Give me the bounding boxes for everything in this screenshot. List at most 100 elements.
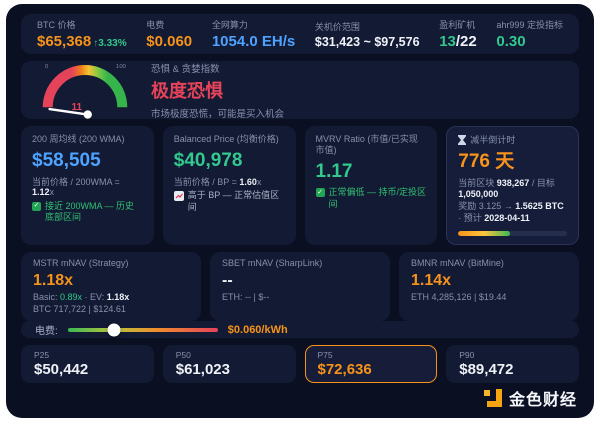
brand-name: 金色财经 [509,386,577,410]
electricity-slider-thumb[interactable] [108,323,121,336]
percentile-label: P90 [459,350,566,360]
card-title: Balanced Price (均衡价格) [174,134,285,145]
status-text: 高于 BP — 正常估值区间 [188,190,285,213]
metric-btc-price: BTC 价格 $65,368↑3.33% [37,18,127,50]
basic-value: 0.89x [60,292,82,302]
ev-value: 1.18x [107,292,130,302]
card-title: MSTR mNAV (Strategy) [33,258,189,269]
gauge-value: 11 [72,102,83,113]
percentile-p75-selected[interactable]: P75 $72,636 [305,345,438,383]
card-title: MVRV Ratio (市值/已实现市值) [316,134,427,156]
gauge-arc [48,70,123,107]
gauge-max-label: 100 [116,64,127,70]
target-block: 1,050,000 [458,189,498,199]
metric-value: 13/22 [439,33,477,50]
basic-label: Basic: [33,292,60,302]
ratio-suffix: x [50,187,55,197]
mvrv-value: 1.17 [316,161,427,184]
ev-label: · EV: [82,292,107,302]
mstr-basic-ev-line: Basic: 0.89x · EV: 1.18x [33,292,189,303]
metric-value: $65,368↑3.33% [37,33,127,50]
mvrv-status: ✓正常偏低 — 持币/定投区间 [316,187,427,210]
bp-status: 高于 BP — 正常估值区间 [174,190,285,213]
card-balanced-price: Balanced Price (均衡价格) $40,978 当前价格 / BP … [163,126,296,245]
halving-reward-line: 奖励 3.125 → 1.5625 BTC · 预计 2028-04-11 [458,201,567,224]
bmnr-mnav-value: 1.14x [411,271,567,290]
price-change-badge: ↑3.33% [93,38,126,49]
halving-progress-fill [458,231,510,236]
fear-greed-description: 市场极度恐慌，可能是买入机会 [151,106,284,120]
block-prefix: 当前区块 [458,178,497,188]
block-mid: / 目标 [529,178,555,188]
metric-label: 全网算力 [212,18,295,31]
sbet-mnav-value: -- [222,271,378,290]
slider-label: 电费: [35,322,58,337]
price-percentiles-row: P25 $50,442 P50 $61,023 P75 $72,636 P90 … [21,345,579,381]
ratio-value: 1.60 [239,177,257,187]
mnav-cards-row: MSTR mNAV (Strategy) 1.18x Basic: 0.89x … [21,252,579,314]
percentile-value: $50,442 [34,361,141,378]
percentile-p25[interactable]: P25 $50,442 [21,345,154,383]
electricity-slider-card: 电费: $0.060/kWh [21,321,579,338]
metric-label: 电费 [146,18,192,31]
halving-days-value: 776 天 [458,151,567,174]
ratio-prefix: 当前价格 / BP = [174,177,240,187]
logo-l-block [487,389,502,407]
wma-status: ✓ 接近 200WMA — 历史底部区间 [32,201,143,224]
percentile-value: $61,023 [176,361,283,378]
reward-prefix: 奖励 3.125 → [458,201,515,211]
card-sbet-mnav: SBET mNAV (SharpLink) -- ETH: -- | $-- [210,252,390,321]
ratio-suffix: x [257,177,262,187]
check-icon: ✓ [32,202,41,211]
reward-value: 1.5625 BTC [515,201,564,211]
percentile-value: $89,472 [459,361,566,378]
card-200wma: 200 周均线 (200 WMA) $58,505 当前价格 / 200WMA … [21,126,154,245]
percentile-label: P75 [318,350,425,360]
card-bmnr-mnav: BMNR mNAV (BitMine) 1.14x ETH 4,285,126 … [399,252,579,321]
fear-greed-card: 0 100 11 恐惧 & 贪婪指数 极度恐惧 市场极度恐慌，可能是买入机会 [21,61,579,119]
bp-ratio-line: 当前价格 / BP = 1.60x [174,177,285,188]
card-title: 减半倒计时 [458,135,567,146]
metric-value: 0.30 [496,33,563,50]
metric-label: ahr999 定投指标 [496,18,563,31]
check-icon: ✓ [316,188,325,197]
btc-price-value: $65,368 [37,33,91,50]
bmnr-holdings: ETH 4,285,126 | $19.44 [411,292,567,303]
fear-greed-title: 恐惧 & 贪婪指数 [151,61,284,75]
metric-value: $31,423 ~ $97,576 [315,35,420,49]
card-title: BMNR mNAV (BitMine) [411,258,567,269]
valuation-cards-row: 200 周均线 (200 WMA) $58,505 当前价格 / 200WMA … [21,126,579,245]
metric-label: 关机价范围 [315,20,420,33]
wma-value: $58,505 [32,150,143,173]
mstr-holdings: BTC 717,722 | $124.61 [33,304,189,315]
wma-ratio-line: 当前价格 / 200WMA = 1.12x [32,177,143,199]
balanced-price-value: $40,978 [174,150,285,173]
electricity-slider-track[interactable] [68,328,218,332]
top-metrics-bar: BTC 价格 $65,368↑3.33% 电费 $0.060 全网算力 1054… [21,14,579,54]
fear-greed-gauge-icon: 0 100 11 [35,60,135,120]
hourglass-icon [458,135,466,145]
current-block: 938,267 [497,178,530,188]
metric-ahr999: ahr999 定投指标 0.30 [496,18,563,50]
brand-footer: 金色财经 [21,388,579,408]
card-title: SBET mNAV (SharpLink) [222,258,378,269]
mining-dashboard: BTC 价格 $65,368↑3.33% 电费 $0.060 全网算力 1054… [6,4,594,418]
ratio-prefix: 当前价格 / 200WMA = [32,177,120,187]
status-text: 接近 200WMA — 历史底部区间 [45,201,143,224]
metric-hashrate: 全网算力 1054.0 EH/s [212,18,295,50]
fear-greed-level: 极度恐惧 [151,77,284,103]
jinse-logo-icon [484,389,502,407]
halving-block-line: 当前区块 938,267 / 目标 1,050,000 [458,178,567,201]
metric-profitable-miners: 盈利矿机 13/22 [439,18,477,50]
card-halving-countdown: 减半倒计时 776 天 当前区块 938,267 / 目标 1,050,000 … [446,126,579,245]
ratio-value: 1.12 [32,187,50,197]
total-count: /22 [456,33,477,50]
trend-up-chart-icon [174,191,184,201]
card-mvrv: MVRV Ratio (市值/已实现市值) 1.17 ✓正常偏低 — 持币/定投… [305,126,438,245]
percentile-label: P25 [34,350,141,360]
percentile-label: P50 [176,350,283,360]
slider-value: $0.060/kWh [228,324,288,336]
metric-shutdown-range: 关机价范围 $31,423 ~ $97,576 [315,20,420,49]
percentile-p50[interactable]: P50 $61,023 [163,345,296,383]
percentile-p90[interactable]: P90 $89,472 [446,345,579,383]
